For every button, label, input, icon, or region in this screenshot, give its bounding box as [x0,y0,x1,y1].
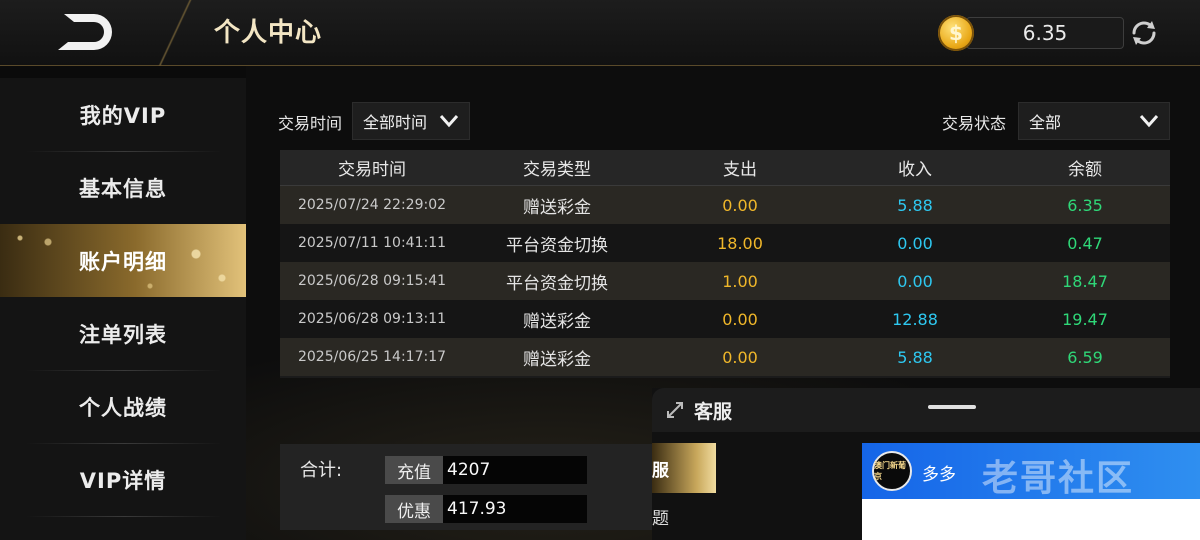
sidebar-item-label: 基本信息 [79,176,167,201]
cell-income: 0.00 [897,233,933,253]
cell-expense: 0.00 [722,309,758,329]
totals-label: 合计: [300,460,343,481]
header-divider [150,0,200,66]
sidebar-item-basic-info[interactable]: 基本信息 [0,151,246,224]
cell-expense: 1.00 [722,271,758,291]
cell-time: 2025/06/28 09:15:41 [297,273,447,289]
chevron-down-icon [1139,115,1159,128]
cell-income: 5.88 [897,347,933,367]
cs-tab-label: 题 [652,508,669,529]
cell-expense: 18.00 [717,233,763,253]
transaction-status-value: 全部 [1029,113,1062,132]
transaction-time-value: 全部时间 [363,113,428,132]
cell-time: 2025/07/11 10:41:11 [297,235,447,251]
discount-value: 417.93 [443,495,587,523]
transaction-status-label: 交易状态 [942,114,1007,133]
balance-display: 6.35 [966,17,1124,49]
column-header-type: 交易类型 [523,160,591,180]
cell-type: 赠送彩金 [523,349,591,370]
sidebar-item-my-vip[interactable]: 我的VIP [0,78,246,151]
table-header: 交易时间 交易类型 支出 收入 余额 [280,150,1170,186]
transaction-time-label: 交易时间 [278,114,343,133]
column-header-time: 交易时间 [338,160,406,180]
sidebar-item-personal-record[interactable]: 个人战绩 [0,370,246,443]
table-row: 2025/07/24 22:29:02 赠送彩金 0.00 5.88 6.35 [280,186,1170,224]
agent-name: 多多 [922,465,956,485]
recharge-label: 充值 [385,456,443,484]
cell-type: 平台资金切换 [506,235,608,256]
agent-card[interactable]: 澳门新葡京 多多 老哥社区 [862,443,1200,540]
table-row: 2025/06/28 09:15:41 平台资金切换 1.00 0.00 18.… [280,262,1170,300]
sidebar-item-account-details[interactable]: 账户明细 [0,224,246,297]
cs-tab[interactable]: 题 [652,496,716,536]
table-row: 2025/06/28 09:13:11 赠送彩金 0.00 12.88 19.4… [280,300,1170,338]
cell-expense: 0.00 [722,347,758,367]
sidebar-item-label: 个人战绩 [79,395,167,420]
page-title: 个人中心 [214,18,323,48]
table-row: 2025/06/25 14:17:17 赠送彩金 0.00 5.88 6.59 [280,338,1170,376]
top-bar: 个人中心 6.35 $ [0,0,1200,66]
cell-balance: 6.59 [1067,347,1103,367]
column-header-balance: 余额 [1068,160,1102,180]
refresh-button[interactable] [1127,16,1161,50]
table-row: 2025/07/11 10:41:11 平台资金切换 18.00 0.00 0.… [280,224,1170,262]
cell-type: 赠送彩金 [523,311,591,332]
cell-time: 2025/07/24 22:29:02 [297,197,447,213]
customer-service-title: 客服 [694,401,733,423]
cell-income: 5.88 [897,195,933,215]
column-header-income: 收入 [898,160,932,180]
customer-service-header[interactable]: 客服 [652,388,1200,432]
drag-handle[interactable] [928,405,976,409]
sidebar-item-label: 账户明细 [79,249,167,274]
coin-icon: $ [938,15,974,51]
agent-card-header: 澳门新葡京 多多 老哥社区 [862,443,1200,499]
customer-service-panel: 客服 服 题 澳门新葡京 多多 老哥社区 [652,388,1200,540]
expand-icon[interactable] [666,401,684,419]
recharge-value: 4207 [443,456,587,484]
cell-balance: 19.47 [1062,309,1108,329]
transaction-status-select[interactable]: 全部 [1018,102,1170,140]
sidebar: 我的VIP 基本信息 账户明细 注单列表 个人战绩 VIP详情 [0,78,246,540]
transaction-time-select[interactable]: 全部时间 [352,102,470,140]
refresh-icon [1132,21,1156,45]
cell-income: 0.00 [897,271,933,291]
sidebar-item-label: 我的VIP [79,103,167,128]
cell-type: 赠送彩金 [523,197,591,218]
cell-time: 2025/06/28 09:13:11 [297,311,447,327]
sidebar-item-label: VIP详情 [79,468,167,493]
column-header-expense: 支出 [723,160,757,180]
discount-label: 优惠 [385,495,443,523]
cell-type: 平台资金切换 [506,273,608,294]
cell-income: 12.88 [892,309,938,329]
back-button[interactable] [50,10,114,54]
back-icon [58,14,112,50]
avatar: 澳门新葡京 [872,451,912,491]
sidebar-item-bet-list[interactable]: 注单列表 [0,297,246,370]
cell-balance: 18.47 [1062,271,1108,291]
sidebar-divider [26,516,222,517]
totals-panel: 合计: 充值 4207 优惠 417.93 [280,444,652,530]
sidebar-item-label: 注单列表 [79,322,167,347]
cell-time: 2025/06/25 14:17:17 [297,349,447,365]
cs-tab-active[interactable]: 服 [652,443,716,493]
cs-tab-label: 服 [652,460,669,481]
transactions-table: 交易时间 交易类型 支出 收入 余额 2025/07/24 22:29:02 赠… [280,150,1170,378]
watermark: 老哥社区 [982,458,1135,499]
cell-expense: 0.00 [722,195,758,215]
chevron-down-icon [439,115,459,128]
cell-balance: 6.35 [1067,195,1103,215]
sidebar-item-vip-details[interactable]: VIP详情 [0,443,246,516]
cell-balance: 0.47 [1067,233,1103,253]
